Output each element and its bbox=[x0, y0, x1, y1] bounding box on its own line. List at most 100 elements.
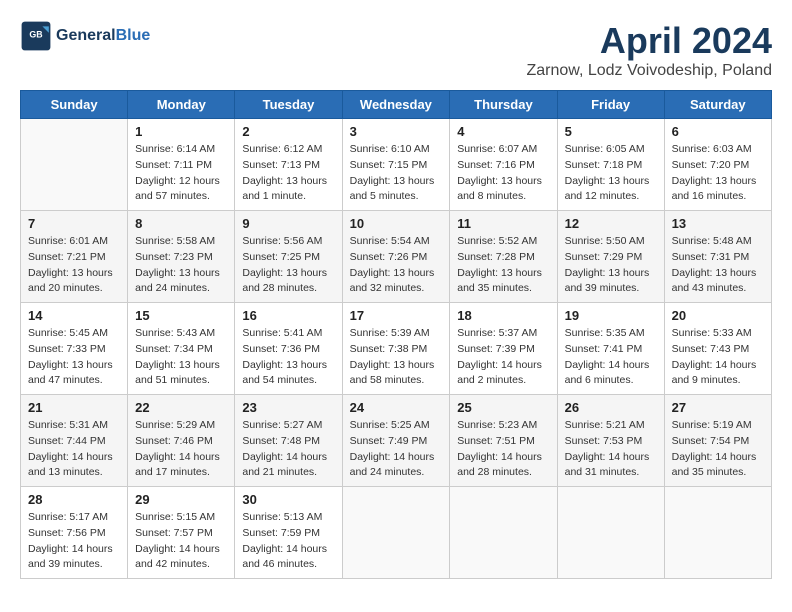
calendar-cell: 2 Sunrise: 6:12 AM Sunset: 7:13 PM Dayli… bbox=[235, 119, 342, 211]
logo-blue: Blue bbox=[116, 27, 151, 44]
sunrise: Sunrise: 5:43 AM bbox=[135, 327, 215, 339]
day-number: 16 bbox=[242, 308, 334, 323]
weekday-header-wednesday: Wednesday bbox=[342, 91, 450, 119]
weekday-header-saturday: Saturday bbox=[664, 91, 771, 119]
sunrise: Sunrise: 5:31 AM bbox=[28, 419, 108, 431]
calendar-cell: 4 Sunrise: 6:07 AM Sunset: 7:16 PM Dayli… bbox=[450, 119, 557, 211]
sunrise: Sunrise: 6:01 AM bbox=[28, 235, 108, 247]
calendar-cell: 12 Sunrise: 5:50 AM Sunset: 7:29 PM Dayl… bbox=[557, 211, 664, 303]
svg-text:GB: GB bbox=[29, 30, 42, 40]
sunset: Sunset: 7:33 PM bbox=[28, 343, 106, 355]
daylight: Daylight: 14 hours and 35 minutes. bbox=[672, 451, 757, 479]
calendar-cell: 18 Sunrise: 5:37 AM Sunset: 7:39 PM Dayl… bbox=[450, 303, 557, 395]
sunset: Sunset: 7:34 PM bbox=[135, 343, 213, 355]
sunset: Sunset: 7:38 PM bbox=[350, 343, 428, 355]
day-info: Sunrise: 5:19 AM Sunset: 7:54 PM Dayligh… bbox=[672, 418, 764, 481]
calendar-cell: 16 Sunrise: 5:41 AM Sunset: 7:36 PM Dayl… bbox=[235, 303, 342, 395]
sunset: Sunset: 7:15 PM bbox=[350, 159, 428, 171]
daylight: Daylight: 14 hours and 13 minutes. bbox=[28, 451, 113, 479]
day-info: Sunrise: 6:14 AM Sunset: 7:11 PM Dayligh… bbox=[135, 142, 227, 205]
day-info: Sunrise: 5:35 AM Sunset: 7:41 PM Dayligh… bbox=[565, 326, 657, 389]
calendar-cell: 3 Sunrise: 6:10 AM Sunset: 7:15 PM Dayli… bbox=[342, 119, 450, 211]
calendar-cell: 21 Sunrise: 5:31 AM Sunset: 7:44 PM Dayl… bbox=[21, 395, 128, 487]
day-number: 23 bbox=[242, 400, 334, 415]
day-info: Sunrise: 5:13 AM Sunset: 7:59 PM Dayligh… bbox=[242, 510, 334, 573]
sunrise: Sunrise: 5:15 AM bbox=[135, 511, 215, 523]
daylight: Daylight: 13 hours and 12 minutes. bbox=[565, 175, 650, 203]
daylight: Daylight: 13 hours and 39 minutes. bbox=[565, 267, 650, 295]
sunset: Sunset: 7:25 PM bbox=[242, 251, 320, 263]
weekday-header-monday: Monday bbox=[128, 91, 235, 119]
day-info: Sunrise: 5:27 AM Sunset: 7:48 PM Dayligh… bbox=[242, 418, 334, 481]
sunrise: Sunrise: 5:45 AM bbox=[28, 327, 108, 339]
day-number: 20 bbox=[672, 308, 764, 323]
calendar-cell: 8 Sunrise: 5:58 AM Sunset: 7:23 PM Dayli… bbox=[128, 211, 235, 303]
sunrise: Sunrise: 5:33 AM bbox=[672, 327, 752, 339]
day-info: Sunrise: 5:39 AM Sunset: 7:38 PM Dayligh… bbox=[350, 326, 443, 389]
day-info: Sunrise: 5:58 AM Sunset: 7:23 PM Dayligh… bbox=[135, 234, 227, 297]
sunrise: Sunrise: 5:27 AM bbox=[242, 419, 322, 431]
calendar-cell: 6 Sunrise: 6:03 AM Sunset: 7:20 PM Dayli… bbox=[664, 119, 771, 211]
daylight: Daylight: 14 hours and 2 minutes. bbox=[457, 359, 542, 387]
weekday-header-row: SundayMondayTuesdayWednesdayThursdayFrid… bbox=[21, 91, 772, 119]
sunset: Sunset: 7:46 PM bbox=[135, 435, 213, 447]
sunset: Sunset: 7:43 PM bbox=[672, 343, 750, 355]
sunset: Sunset: 7:11 PM bbox=[135, 159, 212, 171]
sunrise: Sunrise: 5:52 AM bbox=[457, 235, 537, 247]
day-info: Sunrise: 6:10 AM Sunset: 7:15 PM Dayligh… bbox=[350, 142, 443, 205]
month-title: April 2024 bbox=[527, 20, 773, 62]
daylight: Daylight: 14 hours and 28 minutes. bbox=[457, 451, 542, 479]
sunset: Sunset: 7:53 PM bbox=[565, 435, 643, 447]
daylight: Daylight: 13 hours and 43 minutes. bbox=[672, 267, 757, 295]
day-number: 19 bbox=[565, 308, 657, 323]
daylight: Daylight: 13 hours and 58 minutes. bbox=[350, 359, 435, 387]
calendar-cell: 29 Sunrise: 5:15 AM Sunset: 7:57 PM Dayl… bbox=[128, 487, 235, 579]
sunset: Sunset: 7:39 PM bbox=[457, 343, 535, 355]
day-info: Sunrise: 6:12 AM Sunset: 7:13 PM Dayligh… bbox=[242, 142, 334, 205]
calendar-cell: 20 Sunrise: 5:33 AM Sunset: 7:43 PM Dayl… bbox=[664, 303, 771, 395]
weekday-header-sunday: Sunday bbox=[21, 91, 128, 119]
day-info: Sunrise: 6:01 AM Sunset: 7:21 PM Dayligh… bbox=[28, 234, 120, 297]
day-number: 8 bbox=[135, 216, 227, 231]
daylight: Daylight: 14 hours and 17 minutes. bbox=[135, 451, 220, 479]
day-number: 14 bbox=[28, 308, 120, 323]
sunset: Sunset: 7:54 PM bbox=[672, 435, 750, 447]
sunrise: Sunrise: 6:14 AM bbox=[135, 143, 215, 155]
day-number: 11 bbox=[457, 216, 549, 231]
sunrise: Sunrise: 6:10 AM bbox=[350, 143, 430, 155]
day-number: 30 bbox=[242, 492, 334, 507]
calendar-cell: 27 Sunrise: 5:19 AM Sunset: 7:54 PM Dayl… bbox=[664, 395, 771, 487]
calendar-cell: 30 Sunrise: 5:13 AM Sunset: 7:59 PM Dayl… bbox=[235, 487, 342, 579]
calendar-cell: 23 Sunrise: 5:27 AM Sunset: 7:48 PM Dayl… bbox=[235, 395, 342, 487]
sunrise: Sunrise: 5:29 AM bbox=[135, 419, 215, 431]
sunset: Sunset: 7:41 PM bbox=[565, 343, 643, 355]
calendar-week-2: 7 Sunrise: 6:01 AM Sunset: 7:21 PM Dayli… bbox=[21, 211, 772, 303]
day-number: 18 bbox=[457, 308, 549, 323]
day-number: 2 bbox=[242, 124, 334, 139]
day-number: 21 bbox=[28, 400, 120, 415]
day-number: 12 bbox=[565, 216, 657, 231]
sunrise: Sunrise: 6:07 AM bbox=[457, 143, 537, 155]
title-area: April 2024 Zarnow, Lodz Voivodeship, Pol… bbox=[527, 20, 773, 80]
calendar-cell: 1 Sunrise: 6:14 AM Sunset: 7:11 PM Dayli… bbox=[128, 119, 235, 211]
day-info: Sunrise: 5:15 AM Sunset: 7:57 PM Dayligh… bbox=[135, 510, 227, 573]
sunset: Sunset: 7:49 PM bbox=[350, 435, 428, 447]
sunrise: Sunrise: 5:35 AM bbox=[565, 327, 645, 339]
calendar-cell bbox=[342, 487, 450, 579]
daylight: Daylight: 13 hours and 35 minutes. bbox=[457, 267, 542, 295]
sunset: Sunset: 7:13 PM bbox=[242, 159, 320, 171]
sunrise: Sunrise: 6:03 AM bbox=[672, 143, 752, 155]
day-info: Sunrise: 5:54 AM Sunset: 7:26 PM Dayligh… bbox=[350, 234, 443, 297]
day-number: 25 bbox=[457, 400, 549, 415]
sunrise: Sunrise: 5:48 AM bbox=[672, 235, 752, 247]
calendar-cell: 19 Sunrise: 5:35 AM Sunset: 7:41 PM Dayl… bbox=[557, 303, 664, 395]
weekday-header-tuesday: Tuesday bbox=[235, 91, 342, 119]
day-info: Sunrise: 5:31 AM Sunset: 7:44 PM Dayligh… bbox=[28, 418, 120, 481]
calendar-cell bbox=[557, 487, 664, 579]
sunrise: Sunrise: 5:37 AM bbox=[457, 327, 537, 339]
calendar-cell: 17 Sunrise: 5:39 AM Sunset: 7:38 PM Dayl… bbox=[342, 303, 450, 395]
sunrise: Sunrise: 5:50 AM bbox=[565, 235, 645, 247]
sunset: Sunset: 7:56 PM bbox=[28, 527, 106, 539]
calendar-cell: 15 Sunrise: 5:43 AM Sunset: 7:34 PM Dayl… bbox=[128, 303, 235, 395]
day-number: 24 bbox=[350, 400, 443, 415]
